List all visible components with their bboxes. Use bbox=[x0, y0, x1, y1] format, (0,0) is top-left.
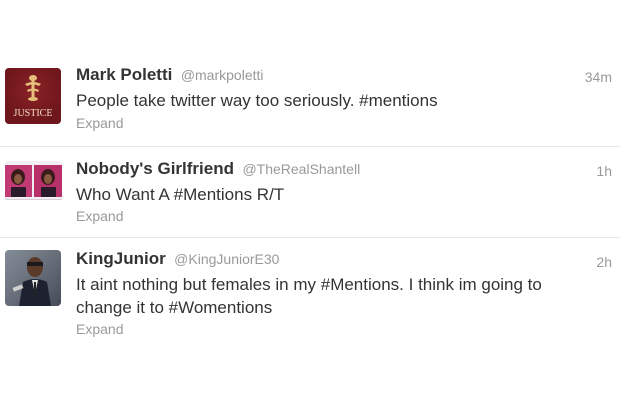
tweet-header: Mark Poletti @markpoletti bbox=[76, 65, 264, 87]
expand-link[interactable]: Expand bbox=[76, 115, 123, 131]
justice-logo-image: JUSTICE bbox=[5, 68, 61, 124]
author-name[interactable]: KingJunior bbox=[76, 249, 166, 268]
tweet-timestamp[interactable]: 2h bbox=[596, 254, 612, 270]
tweet-header: KingJunior @KingJuniorE30 bbox=[76, 249, 279, 271]
author-name[interactable]: Nobody's Girlfriend bbox=[76, 159, 234, 178]
author-name[interactable]: Mark Poletti bbox=[76, 65, 172, 84]
avatar[interactable] bbox=[5, 161, 62, 209]
tweet-item[interactable]: KingJunior @KingJuniorE30 2h It aint not… bbox=[0, 237, 620, 348]
tweet-timestamp[interactable]: 34m bbox=[585, 69, 612, 85]
expand-link[interactable]: Expand bbox=[76, 321, 123, 337]
tweet-timestamp[interactable]: 1h bbox=[596, 163, 612, 179]
expand-link[interactable]: Expand bbox=[76, 208, 123, 224]
tweet-text: People take twitter way too seriously. #… bbox=[76, 91, 438, 110]
tweet-item[interactable]: Nobody's Girlfriend @TheRealShantell 1h … bbox=[0, 146, 620, 238]
tweet-text: Who Want A #Mentions R/T bbox=[76, 185, 285, 204]
avatar[interactable]: JUSTICE bbox=[5, 68, 61, 124]
author-handle[interactable]: @markpoletti bbox=[181, 67, 264, 83]
tweet-text: It aint nothing but females in my #Menti… bbox=[76, 275, 542, 317]
tweet-header: Nobody's Girlfriend @TheRealShantell bbox=[76, 159, 360, 181]
svg-text:JUSTICE: JUSTICE bbox=[14, 108, 53, 119]
profile-photo-image bbox=[5, 250, 61, 306]
author-handle[interactable]: @KingJuniorE30 bbox=[174, 251, 279, 267]
avatar[interactable] bbox=[5, 250, 61, 306]
profile-photo-image bbox=[5, 161, 62, 209]
tweet-feed: JUSTICE Mark Poletti @markpoletti 34m Pe… bbox=[0, 0, 620, 400]
tweet-item[interactable]: JUSTICE Mark Poletti @markpoletti 34m Pe… bbox=[0, 61, 620, 146]
author-handle[interactable]: @TheRealShantell bbox=[242, 161, 360, 177]
